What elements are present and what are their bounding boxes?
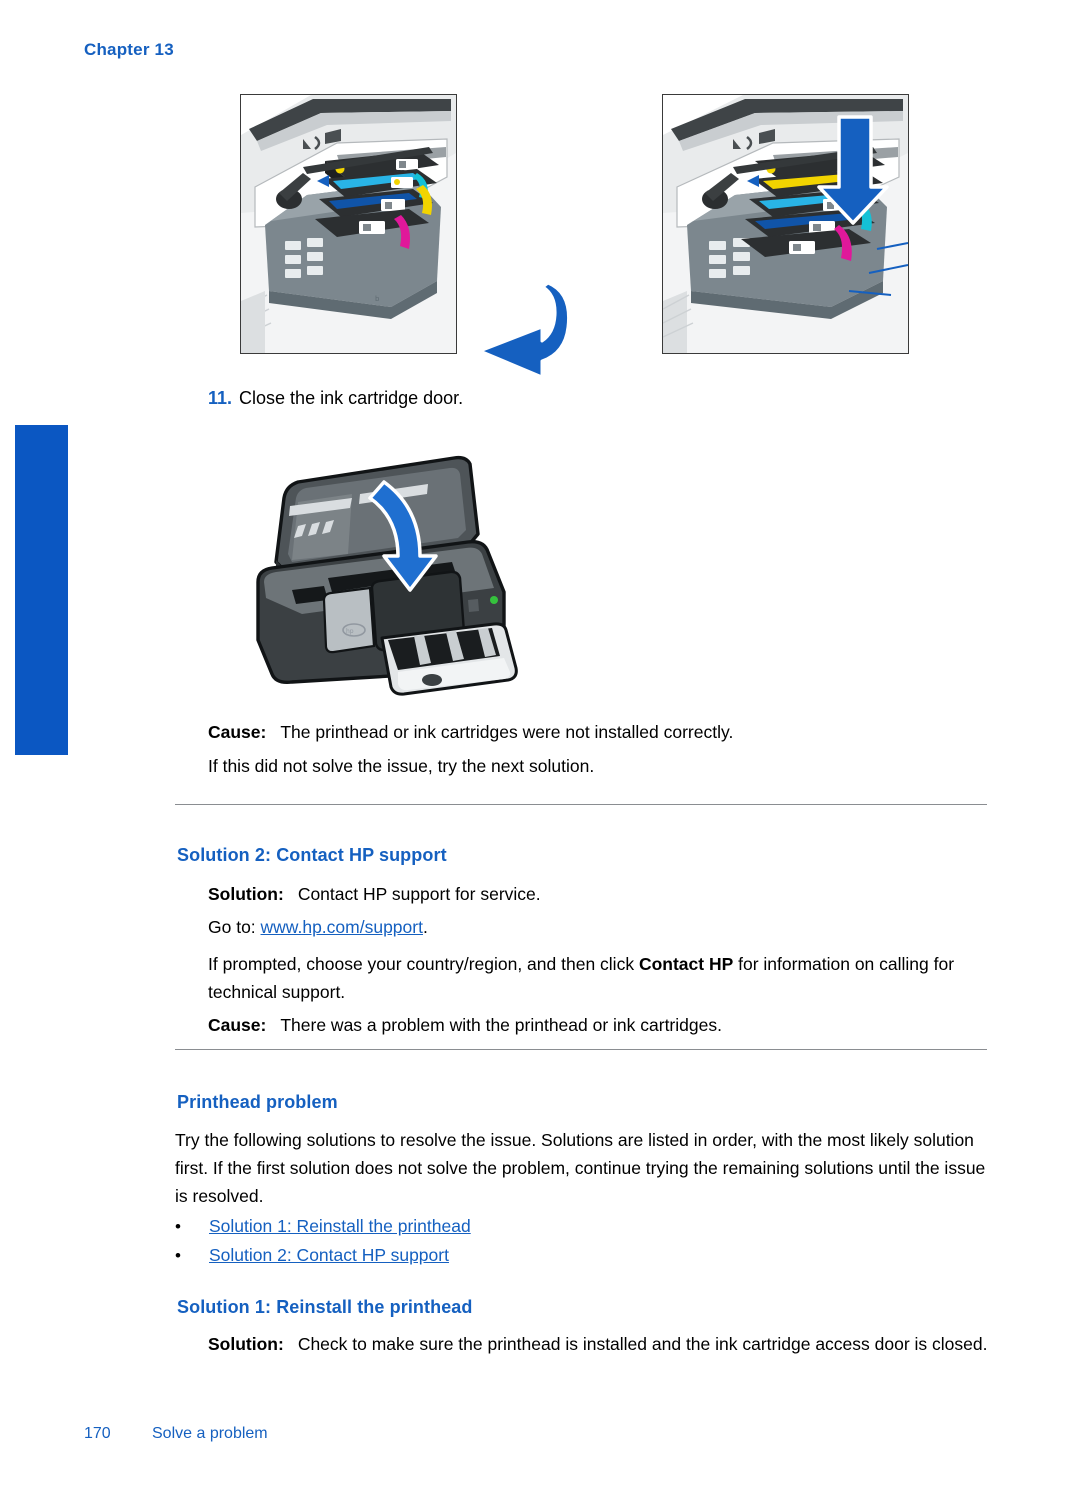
footer-section-name: Solve a problem (152, 1425, 268, 1442)
figure-cartridge-seated: b (240, 94, 457, 354)
solution-statement-2: Solution: Contact HP support for service. (208, 880, 998, 908)
try-next-solution-note: If this did not solve the issue, try the… (208, 756, 595, 776)
goto-suffix: . (422, 917, 428, 937)
link-solution-2[interactable]: Solution 2: Contact HP support (209, 1241, 449, 1270)
cause-text-2: There was a problem with the printhead o… (280, 1015, 722, 1035)
solution-label-2: Solution: (208, 884, 284, 904)
prompted-instructions: If prompted, choose your country/region,… (208, 950, 1008, 1006)
solution-text-2: Contact HP support for service. (297, 884, 541, 904)
figure-pair-cartridge-install: b (0, 94, 1080, 379)
cause-label-2: Cause: (208, 1015, 267, 1035)
page-footer: 170 Solve a problem (84, 1425, 268, 1443)
hp-support-link[interactable]: www.hp.com/support (261, 917, 423, 937)
solution-statement-1: Solution: Check to make sure the printhea… (208, 1330, 1008, 1358)
goto-support-line: Go to: www.hp.com/support. (208, 913, 998, 941)
figure-close-door-graphic: hp (232, 442, 562, 704)
solution-label-1: Solution: (208, 1334, 284, 1354)
curved-left-arrow-icon (478, 281, 571, 379)
cause-text-1: The printhead or ink cartridges were not… (280, 722, 734, 742)
section-divider-1 (175, 804, 987, 805)
cause-label-1: Cause: (208, 722, 267, 742)
figure-cartridge-press-down (662, 94, 909, 354)
heading-solution-2: Solution 2: Contact HP support (177, 845, 447, 865)
figure-cartridge-seated-graphic: b (241, 95, 456, 353)
figure-close-door: hp (232, 442, 562, 704)
cause-statement-2: Cause: There was a problem with the print… (208, 1011, 998, 1039)
figure-a-insert-arrow-icon (440, 279, 600, 399)
svg-text:hp: hp (346, 628, 354, 635)
link-solution-1[interactable]: Solution 1: Reinstall the printhead (209, 1212, 471, 1241)
step-text: Close the ink cartridge door. (239, 388, 464, 408)
section-tab-label: Solve a problem (0, 688, 15, 1018)
figure-cartridge-press-down-graphic (663, 95, 908, 353)
svg-text:b: b (375, 295, 380, 303)
section-tab-solve-a-problem: Solve a problem (15, 425, 68, 755)
step-11: 11. Close the ink cartridge door. (208, 385, 463, 411)
prompted-pre: If prompted, choose your country/region,… (208, 954, 639, 974)
footer-page-number: 170 (84, 1425, 111, 1442)
chapter-header: Chapter 13 (84, 40, 174, 59)
section-divider-2 (175, 1049, 987, 1050)
contact-hp-emphasis: Contact HP (638, 954, 734, 974)
solution-link-list: • Solution 1: Reinstall the printhead • … (175, 1212, 775, 1270)
goto-prefix: Go to: (208, 917, 261, 937)
solution-text-1: Check to make sure the printhead is inst… (297, 1334, 988, 1354)
step-number: 11. (208, 388, 233, 408)
printhead-problem-intro: Try the following solutions to resolve t… (175, 1130, 986, 1206)
bullet-icon: • (175, 1246, 181, 1265)
heading-solution-1: Solution 1: Reinstall the printhead (177, 1297, 473, 1317)
list-item: • Solution 2: Contact HP support (175, 1241, 775, 1270)
cause-statement-1: Cause: The printhead or ink cartridges we… (208, 718, 998, 746)
list-item: • Solution 1: Reinstall the printhead (175, 1212, 775, 1241)
heading-printhead-problem: Printhead problem (177, 1092, 338, 1112)
bullet-icon: • (175, 1217, 181, 1236)
